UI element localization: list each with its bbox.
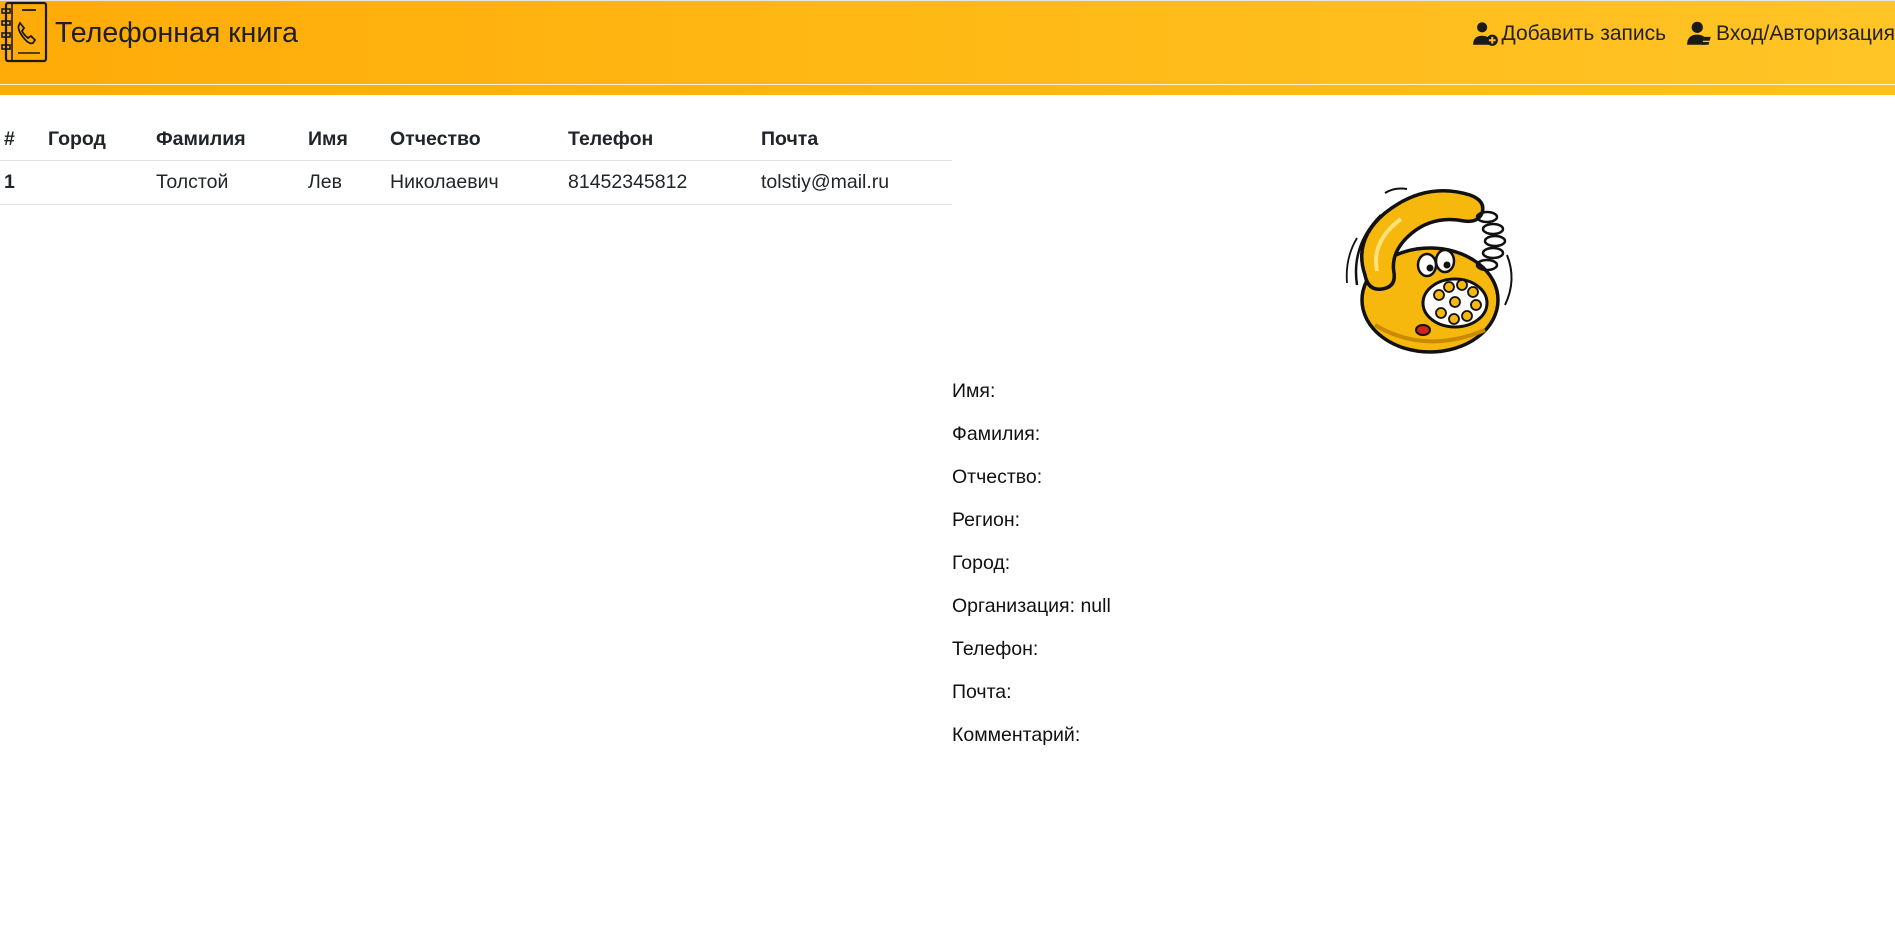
cell-email: tolstiy@mail.ru (757, 160, 952, 205)
column-header-first-name: Имя (304, 122, 386, 161)
navbar: Телефонная книга Добавить запись Вход/Ав… (0, 0, 1895, 84)
brand[interactable]: Телефонная книга (0, 1, 298, 65)
add-record-label: Добавить запись (1501, 21, 1667, 45)
nav-links: Добавить запись Вход/Авторизация (1472, 20, 1895, 47)
table-row[interactable]: 1 Толстой Лев Николаевич 81452345812 tol… (0, 160, 952, 205)
row-number: 1 (0, 160, 44, 205)
detail-first-name: Имя: (952, 380, 996, 402)
column-header-phone: Телефон (564, 122, 757, 161)
add-record-link[interactable]: Добавить запись (1472, 20, 1667, 47)
detail-last-name: Фамилия: (952, 423, 1041, 445)
navbar-bottom-stripe (0, 85, 1895, 95)
column-header-number: # (0, 122, 44, 161)
detail-city: Город: (952, 552, 1011, 574)
user-login-icon (1687, 21, 1711, 45)
column-header-last-name: Фамилия (152, 122, 304, 161)
detail-middle-name: Отчество: (952, 466, 1043, 488)
detail-region: Регион: (952, 509, 1021, 531)
cell-middle-name: Николаевич (386, 160, 564, 205)
login-label: Вход/Авторизация (1716, 21, 1895, 45)
cell-first-name: Лев (304, 160, 386, 205)
contacts-table: # Город Фамилия Имя Отчество Телефон Поч… (0, 122, 952, 205)
login-link[interactable]: Вход/Авторизация (1686, 20, 1895, 47)
app-title: Телефонная книга (55, 16, 298, 49)
detail-phone: Телефон: (952, 638, 1039, 660)
table-header-row: # Город Фамилия Имя Отчество Телефон Поч… (0, 122, 952, 161)
column-header-middle-name: Отчество (386, 122, 564, 161)
contact-details: Имя: Фамилия: Отчество: Регион: Город: О… (952, 375, 1111, 762)
cell-last-name: Толстой (152, 160, 304, 205)
cell-city (44, 160, 152, 205)
add-user-icon (1472, 22, 1498, 46)
column-header-email: Почта (757, 122, 952, 161)
detail-comment: Комментарий: (952, 724, 1081, 746)
telephone-illustration (1345, 187, 1513, 354)
detail-organization: Организация: null (952, 595, 1111, 617)
cell-phone: 81452345812 (564, 160, 757, 205)
column-header-city: Город (44, 122, 152, 161)
detail-email: Почта: (952, 681, 1012, 703)
phonebook-icon (1, 1, 48, 63)
